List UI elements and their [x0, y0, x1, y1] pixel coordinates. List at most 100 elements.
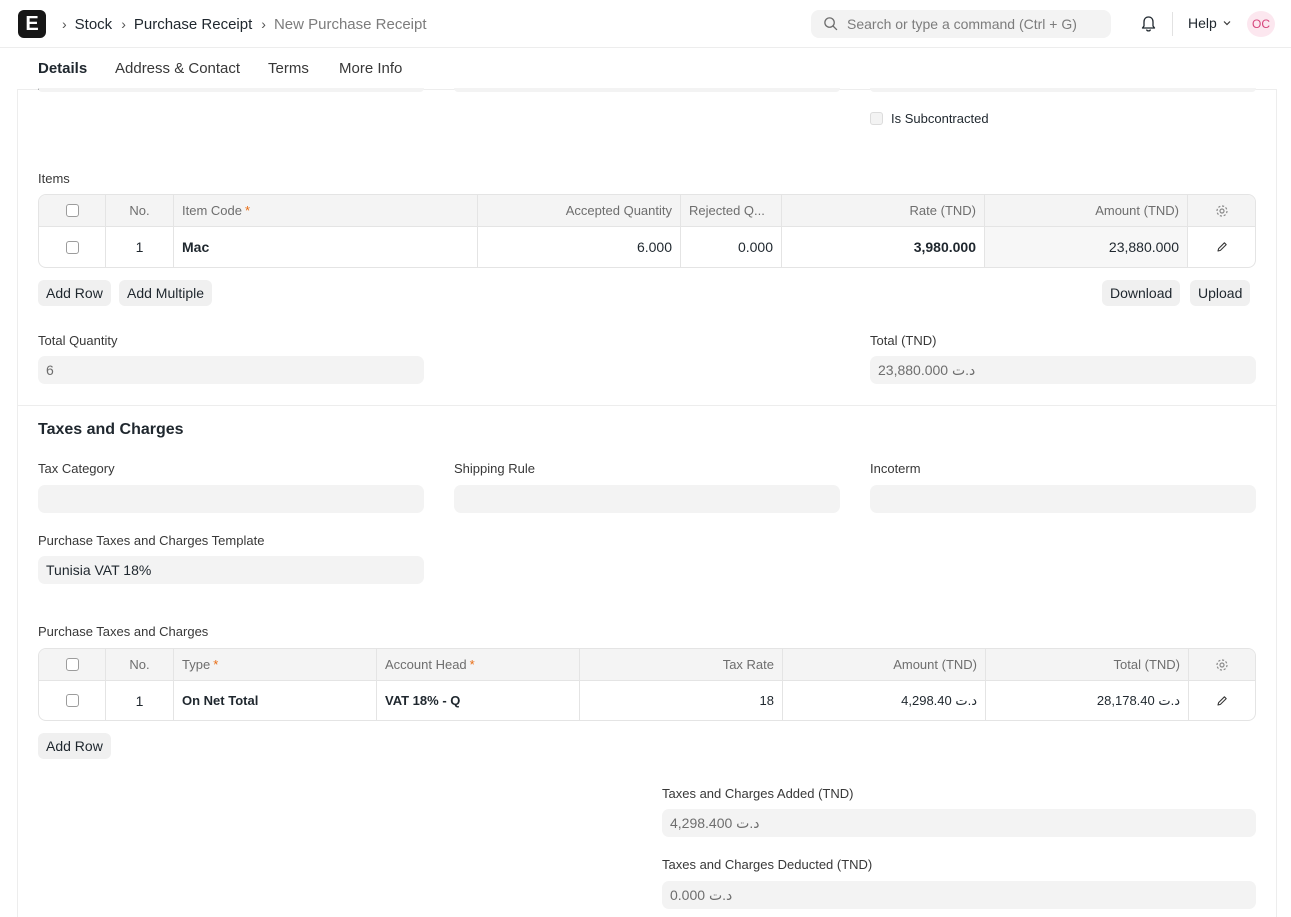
row-tax-amount[interactable]: 4,298.40 د.ت: [783, 681, 986, 720]
tab-details[interactable]: Details: [38, 60, 87, 77]
incoterm-label: Incoterm: [870, 461, 921, 476]
col-tax-rate: Tax Rate: [580, 649, 783, 680]
search-icon: [824, 17, 838, 31]
total-quantity-label: Total Quantity: [38, 333, 118, 348]
col-tax-total: Total (TND): [986, 649, 1189, 680]
breadcrumb: › Stock › Purchase Receipt › New Purchas…: [58, 14, 427, 34]
shipping-rule-label: Shipping Rule: [454, 461, 535, 476]
pencil-icon[interactable]: [1216, 241, 1228, 253]
upload-button[interactable]: Upload: [1190, 280, 1251, 306]
row-tax-total: 28,178.40 د.ت: [986, 681, 1189, 720]
form-container: [17, 48, 1277, 917]
items-table-header: No. Item Code * Accepted Quantity Rejecte…: [39, 195, 1255, 227]
row-no: 1: [106, 227, 174, 267]
row-edit-cell: [1189, 681, 1255, 720]
table-row[interactable]: 1 On Net Total VAT 18% - Q 18 4,298.40 د…: [39, 681, 1255, 720]
tax-template-field[interactable]: Tunisia VAT 18%: [38, 556, 424, 584]
row-account-head[interactable]: VAT 18% - Q: [377, 681, 580, 720]
section-divider: [18, 405, 1276, 406]
tax-category-label: Tax Category: [38, 461, 115, 476]
tax-template-label: Purchase Taxes and Charges Template: [38, 533, 265, 548]
select-all-checkbox[interactable]: [65, 204, 79, 217]
download-button[interactable]: Download: [1102, 280, 1181, 306]
col-rate: Rate (TND): [782, 195, 985, 226]
col-tax-amount: Amount (TND): [783, 649, 986, 680]
taxes-table-header: No. Type * Account Head * Tax Rate Amount …: [39, 649, 1255, 681]
total-label: Total (TND): [870, 333, 937, 348]
col-type: Type *: [174, 649, 377, 680]
row-accepted-qty[interactable]: 6.000: [478, 227, 681, 267]
taxes-deducted-field: 0.000 د.ت: [662, 881, 1256, 909]
row-tax-rate[interactable]: 18: [580, 681, 783, 720]
is-subcontracted-checkbox[interactable]: [870, 112, 883, 125]
required-marker: *: [244, 203, 251, 218]
row-checkbox[interactable]: [65, 240, 79, 254]
taxes-table-label: Purchase Taxes and Charges: [38, 624, 209, 639]
select-all-cell: [39, 195, 106, 226]
row-item-code[interactable]: Mac: [174, 227, 478, 267]
column-settings-cell: [1188, 195, 1255, 226]
help-label: Help: [1188, 15, 1217, 31]
taxes-table: No. Type * Account Head * Tax Rate Amount …: [38, 648, 1256, 721]
row-rate[interactable]: 3,980.000: [782, 227, 985, 267]
breadcrumb-stock[interactable]: Stock: [75, 16, 113, 33]
help-dropdown[interactable]: Help: [1188, 15, 1232, 31]
row-no: 1: [106, 681, 174, 720]
breadcrumb-purchase-receipt[interactable]: Purchase Receipt: [134, 16, 252, 33]
scrolled-field-right: [870, 88, 1256, 92]
row-select-cell: [39, 227, 106, 267]
search-placeholder: Search or type a command (Ctrl + G): [847, 16, 1077, 32]
taxes-deducted-label: Taxes and Charges Deducted (TND): [662, 857, 873, 872]
required-marker: *: [469, 657, 475, 672]
app-logo[interactable]: E: [18, 10, 46, 38]
chevron-right-icon: ›: [121, 16, 126, 32]
total-quantity-field: 6: [38, 356, 424, 384]
row-type[interactable]: On Net Total: [174, 681, 377, 720]
row-edit-cell: [1188, 227, 1255, 267]
chevron-down-icon: [1223, 21, 1231, 26]
tab-more-info[interactable]: More Info: [339, 60, 402, 77]
tab-address-contact[interactable]: Address & Contact: [115, 60, 240, 77]
col-no: No.: [106, 195, 174, 226]
gear-icon[interactable]: [1215, 204, 1229, 218]
table-row[interactable]: 1 Mac 6.000 0.000 3,980.000 23,880.000: [39, 227, 1255, 267]
pencil-icon[interactable]: [1216, 695, 1228, 707]
form-tabs: Details Address & Contact Terms More Inf…: [17, 48, 1277, 90]
taxes-added-field: 4,298.400 د.ت: [662, 809, 1256, 837]
col-amount: Amount (TND): [985, 195, 1188, 226]
avatar[interactable]: OC: [1247, 11, 1275, 37]
add-multiple-button[interactable]: Add Multiple: [119, 280, 213, 306]
add-row-button[interactable]: Add Row: [38, 280, 111, 306]
incoterm-field[interactable]: [870, 485, 1256, 513]
select-all-checkbox[interactable]: [65, 658, 79, 671]
col-no: No.: [106, 649, 174, 680]
row-rejected-qty[interactable]: 0.000: [681, 227, 782, 267]
breadcrumb-current: New Purchase Receipt: [273, 15, 427, 33]
scrolled-field-middle: [454, 88, 840, 92]
navbar: E › Stock › Purchase Receipt › New Purch…: [0, 0, 1291, 48]
col-rejected-qty: Rejected Q...: [681, 195, 782, 226]
select-all-cell: [39, 649, 106, 680]
col-account-head: Account Head *: [377, 649, 580, 680]
scrolled-field-left: [38, 88, 424, 92]
navbar-divider: [1172, 12, 1173, 36]
taxes-section-title: Taxes and Charges: [38, 421, 184, 438]
column-settings-cell: [1189, 649, 1255, 680]
tax-category-field[interactable]: [38, 485, 424, 513]
gear-icon[interactable]: [1215, 658, 1229, 672]
row-checkbox[interactable]: [65, 694, 79, 707]
col-item-code: Item Code *: [174, 195, 478, 226]
col-accepted-qty: Accepted Quantity: [478, 195, 681, 226]
chevron-right-icon: ›: [261, 16, 266, 32]
bell-icon[interactable]: [1140, 15, 1157, 33]
shipping-rule-field[interactable]: [454, 485, 840, 513]
row-select-cell: [39, 681, 106, 720]
tab-terms[interactable]: Terms: [268, 60, 309, 77]
is-subcontracted-label: Is Subcontracted: [891, 111, 989, 126]
search-input[interactable]: Search or type a command (Ctrl + G): [811, 10, 1111, 38]
chevron-right-icon: ›: [62, 16, 67, 32]
items-label: Items: [38, 171, 70, 186]
required-marker: *: [213, 657, 219, 672]
items-table: No. Item Code * Accepted Quantity Rejecte…: [38, 194, 1256, 268]
add-tax-row-button[interactable]: Add Row: [38, 733, 111, 759]
